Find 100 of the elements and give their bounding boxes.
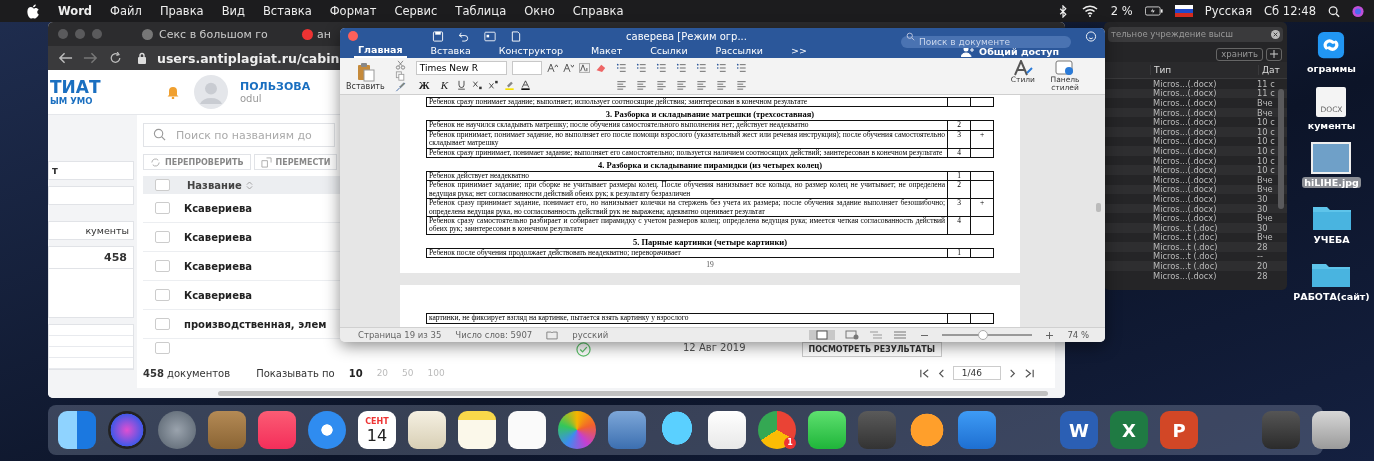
align-center-icon[interactable] <box>635 79 647 90</box>
menu-item[interactable]: Справка <box>572 4 624 18</box>
apple-icon[interactable] <box>26 3 40 19</box>
checkbox[interactable] <box>155 231 170 244</box>
undo-icon[interactable] <box>458 30 470 42</box>
checkbox[interactable] <box>155 318 170 331</box>
shading-icon[interactable] <box>715 79 727 90</box>
presentation-icon[interactable]: P <box>1160 411 1198 449</box>
brush-icon[interactable] <box>394 82 406 92</box>
checkbox[interactable] <box>155 260 170 273</box>
desktop-icon-label[interactable]: ограммы <box>1305 63 1358 74</box>
ribbon-tab[interactable]: Ссылки <box>646 44 692 58</box>
desktop-icon-label[interactable]: УЧЕБА <box>1311 234 1352 245</box>
back-arrow-icon[interactable] <box>58 52 73 64</box>
font-color-icon[interactable] <box>519 79 531 90</box>
clock[interactable]: Сб 12:48 <box>1264 4 1316 18</box>
zoom-percentage[interactable]: 74 % <box>1067 330 1089 340</box>
grow-font-icon[interactable] <box>546 62 558 73</box>
save-button[interactable]: хранить <box>1216 47 1263 61</box>
checkbox[interactable] <box>155 342 170 355</box>
ribbon-tab[interactable]: Макет <box>587 44 627 58</box>
borders-icon[interactable] <box>735 79 747 90</box>
ribbon-tab[interactable]: Рассылки <box>711 44 768 58</box>
zoom-in-icon[interactable] <box>1046 331 1054 339</box>
scrollbar[interactable] <box>218 390 1048 396</box>
page-select[interactable]: 1/46 <box>952 366 1001 381</box>
app-menu[interactable]: Word <box>58 4 93 18</box>
address-field[interactable]: users.antiplagiat.ru/cabin <box>157 50 340 66</box>
web-layout-icon[interactable] <box>845 330 860 340</box>
input-source[interactable]: Русская <box>1204 4 1253 18</box>
document-name[interactable]: Ксавериева <box>184 231 252 243</box>
copy-icon[interactable] <box>394 71 406 81</box>
bold-button[interactable]: Ж <box>415 78 433 91</box>
page-icon[interactable] <box>510 30 522 42</box>
sidebar-field[interactable]: кументы <box>48 221 134 240</box>
photo-placeholder[interactable] <box>1311 142 1352 174</box>
desktop-icon-label[interactable]: РАБОТА(сайт) <box>1291 291 1372 302</box>
search-field[interactable]: тельное учреждение высш <box>1108 26 1283 42</box>
save-icon[interactable] <box>432 30 444 42</box>
close-button[interactable] <box>348 31 358 41</box>
document-count[interactable]: 458 <box>49 247 133 269</box>
document-name[interactable]: Ксавериева <box>184 289 252 301</box>
search-field[interactable]: Поиск по названиям до <box>143 123 335 147</box>
scrollbar[interactable] <box>1278 89 1284 209</box>
highlighter-icon[interactable] <box>503 79 515 90</box>
sidebar-field[interactable] <box>48 186 134 205</box>
column-header[interactable]: Название <box>187 179 242 191</box>
window-icon[interactable] <box>484 30 496 42</box>
browser-logo-icon[interactable]: 1 <box>758 411 796 449</box>
column-header[interactable]: Дат <box>1258 65 1280 75</box>
orb-icon[interactable] <box>1352 4 1364 18</box>
menu-item[interactable]: Окно <box>524 4 555 18</box>
checkbox[interactable] <box>155 289 170 302</box>
menu-item[interactable]: Вставка <box>262 4 312 18</box>
checkbox[interactable] <box>155 179 170 192</box>
proofing-book-icon[interactable] <box>546 330 559 340</box>
menu-item[interactable]: Таблица <box>455 4 507 18</box>
ribbon-tab[interactable]: Вставка <box>426 44 475 58</box>
browser-tab[interactable]: Секс в большом го <box>142 27 292 41</box>
scissors-icon[interactable] <box>394 60 406 70</box>
italic-button[interactable]: К <box>437 78 451 91</box>
scrollbar[interactable] <box>1095 203 1101 212</box>
bullets-icon[interactable] <box>615 62 627 73</box>
more-tabs-button[interactable]: >> <box>787 44 811 58</box>
superscript-icon[interactable] <box>487 79 499 90</box>
desktop-icon-label[interactable]: кументы <box>1305 120 1358 131</box>
clear-icon[interactable] <box>1271 29 1280 39</box>
last-page-icon[interactable] <box>1024 368 1035 379</box>
zoom-slider-thumb[interactable] <box>977 330 988 340</box>
subscript-icon[interactable] <box>471 79 483 90</box>
forward-arrow-icon[interactable] <box>83 52 98 64</box>
calendar-icon[interactable]: СЕНТ 14 <box>358 411 396 449</box>
menu-item[interactable]: Правка <box>159 4 204 18</box>
eraser-icon[interactable] <box>594 62 606 73</box>
paste-button[interactable]: Вставить <box>346 61 385 91</box>
line-spacing-icon[interactable] <box>695 79 707 90</box>
reload-icon[interactable] <box>108 52 123 64</box>
underline-icon[interactable] <box>455 79 467 90</box>
column-header[interactable]: Тип <box>1150 65 1258 75</box>
move-button[interactable]: ПЕРЕМЕСТИ <box>253 154 338 170</box>
paragraph-mark-icon[interactable] <box>735 62 747 73</box>
document-name[interactable]: производственная, элем <box>184 318 327 330</box>
view-results-button[interactable]: ПОСМОТРЕТЬ РЕЗУЛЬТАТЫ <box>801 342 943 357</box>
increase-indent-icon[interactable] <box>695 62 707 73</box>
checkbox[interactable] <box>155 202 170 215</box>
change-case-icon[interactable] <box>578 62 590 73</box>
align-left-icon[interactable] <box>615 79 627 90</box>
word-count[interactable]: Число слов: 5907 <box>455 330 533 340</box>
spreadsheet-icon[interactable]: X <box>1110 411 1148 449</box>
wifi-icon[interactable] <box>1080 5 1099 17</box>
page-size-option[interactable]: 10 <box>348 368 363 379</box>
search-field[interactable]: Поиск в документе <box>901 36 1071 48</box>
orb-icon[interactable] <box>108 411 146 449</box>
user-name[interactable]: ПОЛЬЗОВА <box>240 80 311 93</box>
draft-view-icon[interactable] <box>893 330 908 340</box>
document-name[interactable]: Ксавериева <box>184 260 252 272</box>
menu-item[interactable]: Вид <box>221 4 245 18</box>
flag-icon[interactable] <box>1174 5 1193 17</box>
align-right-icon[interactable] <box>655 79 667 90</box>
sort-icon[interactable] <box>715 62 727 73</box>
